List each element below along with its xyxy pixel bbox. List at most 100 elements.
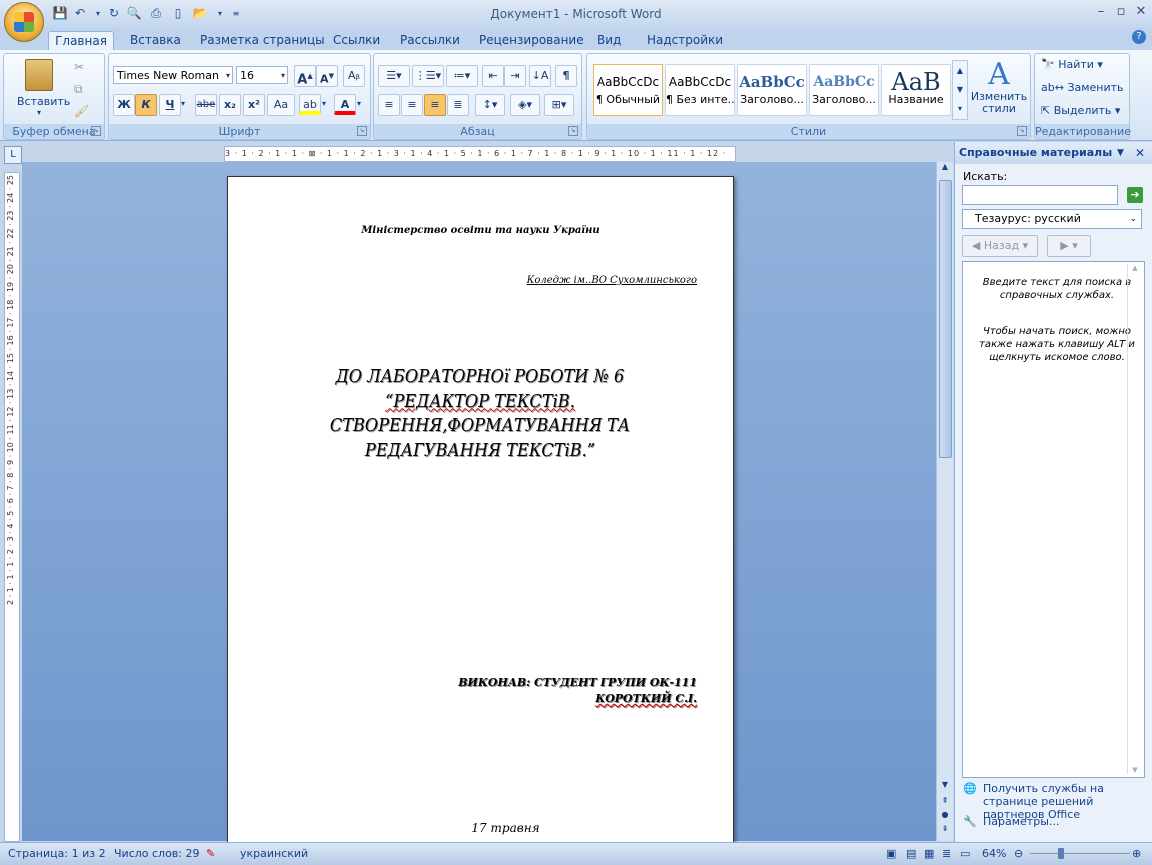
strikethrough-button[interactable]: abe bbox=[195, 94, 217, 116]
align-left-button[interactable]: ≡ bbox=[378, 94, 400, 116]
sort-button[interactable]: ↓A bbox=[529, 65, 551, 87]
previous-page-icon[interactable]: ⇞ bbox=[938, 796, 952, 805]
zoom-level[interactable]: 64% bbox=[982, 847, 1006, 860]
pane-close-icon[interactable]: ✕ bbox=[1135, 142, 1145, 164]
highlight-color-button[interactable]: ab bbox=[299, 94, 321, 115]
tab-references[interactable]: Ссылки bbox=[333, 31, 380, 50]
style-tile-heading2[interactable]: AaBbCc Заголово... bbox=[809, 64, 879, 116]
replace-button[interactable]: ab↔ Заменить bbox=[1041, 81, 1124, 94]
document-page[interactable]: Міністерство освіти та науки України Кол… bbox=[227, 176, 734, 858]
multilevel-list-button[interactable]: ≔▾ bbox=[446, 65, 478, 87]
cut-icon[interactable]: ✂ bbox=[74, 60, 84, 74]
help-icon[interactable]: ? bbox=[1132, 30, 1146, 44]
change-case-button[interactable]: Aa bbox=[267, 94, 295, 116]
style-tile-normal[interactable]: AaBbCcDc ¶ Обычный bbox=[593, 64, 663, 116]
tab-page-layout[interactable]: Разметка страницы bbox=[200, 31, 325, 50]
results-scrollbar[interactable]: ▲ ▼ bbox=[1127, 264, 1142, 774]
clear-formatting-button[interactable]: Aᵦ bbox=[343, 65, 365, 87]
zoom-slider-thumb[interactable] bbox=[1058, 848, 1064, 859]
draft-view-icon[interactable]: ▭ bbox=[960, 847, 970, 860]
style-tile-heading1[interactable]: AaBbCc Заголово... bbox=[737, 64, 807, 116]
style-tile-title[interactable]: AaB Название bbox=[881, 64, 951, 116]
vertical-ruler[interactable]: 2 · 1 · 1 · 1 · 2 · 3 · 4 · 5 · 6 · 7 · … bbox=[4, 172, 20, 842]
tab-selector[interactable]: L bbox=[4, 146, 22, 164]
horizontal-ruler[interactable]: 3 · 1 · 2 · 1 · 1 · ⊠ · 1 · 1 · 2 · 1 · … bbox=[224, 146, 736, 162]
align-center-button[interactable]: ≡ bbox=[401, 94, 423, 116]
styles-launcher-icon[interactable]: ↘ bbox=[1017, 126, 1027, 136]
replace-icon: ab↔ bbox=[1041, 81, 1064, 94]
decrease-indent-button[interactable]: ⇤ bbox=[482, 65, 504, 87]
scroll-down-icon[interactable]: ▼ bbox=[938, 780, 952, 789]
italic-button[interactable]: К bbox=[135, 94, 157, 116]
find-button[interactable]: 🔭 Найти ▾ bbox=[1041, 58, 1103, 71]
zoom-out-icon[interactable]: ⊖ bbox=[1014, 847, 1023, 860]
font-launcher-icon[interactable]: ↘ bbox=[357, 126, 367, 136]
justify-button[interactable]: ≣ bbox=[447, 94, 469, 116]
next-page-icon[interactable]: ⇟ bbox=[938, 824, 952, 833]
zoom-in-icon[interactable]: ⊕ bbox=[1132, 847, 1141, 860]
increase-indent-button[interactable]: ⇥ bbox=[504, 65, 526, 87]
source-select[interactable]: Тезаурус: русский ⌄ bbox=[962, 209, 1142, 229]
line-spacing-button[interactable]: ↕▾ bbox=[475, 94, 505, 116]
underline-dropdown-icon[interactable]: ▾ bbox=[181, 99, 185, 108]
bullets-button[interactable]: ☰▾ bbox=[378, 65, 410, 87]
borders-button[interactable]: ⊞▾ bbox=[544, 94, 574, 116]
search-input[interactable] bbox=[962, 185, 1118, 205]
tab-home[interactable]: Главная bbox=[48, 31, 114, 51]
scroll-up-icon[interactable]: ▲ bbox=[938, 162, 952, 176]
font-name-combo[interactable]: Times New Roman ▾ bbox=[113, 66, 233, 84]
highlight-dropdown-icon[interactable]: ▾ bbox=[322, 99, 326, 108]
grow-font-button[interactable]: A▲ bbox=[294, 65, 316, 87]
scroll-thumb[interactable] bbox=[939, 180, 952, 458]
vertical-scrollbar[interactable]: ▲ ▼ ⇞ ● ⇟ bbox=[936, 162, 953, 841]
font-color-button[interactable]: A bbox=[334, 94, 356, 115]
tab-addins[interactable]: Надстройки bbox=[647, 31, 723, 50]
shrink-font-button[interactable]: A▼ bbox=[316, 65, 338, 87]
page-count[interactable]: Страница: 1 из 2 bbox=[8, 847, 106, 860]
format-painter-icon[interactable]: 🖌 bbox=[74, 104, 89, 118]
styles-scroll[interactable]: ▲ ▼ ▾ bbox=[952, 60, 968, 120]
select-button[interactable]: ⇱ Выделить ▾ bbox=[1041, 104, 1120, 117]
proofing-icon[interactable]: ✎ bbox=[206, 847, 215, 860]
office-button[interactable] bbox=[4, 2, 44, 42]
forward-button[interactable]: ▶ ▾ bbox=[1047, 235, 1091, 257]
tab-insert[interactable]: Вставка bbox=[130, 31, 181, 50]
outline-view-icon[interactable]: ≣ bbox=[942, 847, 951, 860]
font-name-value: Times New Roman bbox=[117, 69, 219, 82]
partner-services-link[interactable]: 🌐 bbox=[963, 782, 977, 795]
underline-button[interactable]: Ч bbox=[159, 94, 181, 116]
language[interactable]: украинский bbox=[240, 847, 308, 860]
font-size-combo[interactable]: 16 ▾ bbox=[236, 66, 288, 84]
numbering-button[interactable]: ⋮☰▾ bbox=[412, 65, 444, 87]
print-layout-view-icon[interactable]: ▣ bbox=[886, 847, 896, 860]
subscript-button[interactable]: x₂ bbox=[219, 94, 241, 116]
options-label[interactable]: Параметры... bbox=[983, 815, 1059, 828]
tab-review[interactable]: Рецензирование bbox=[479, 31, 584, 50]
maximize-icon[interactable]: ▫ bbox=[1110, 4, 1132, 22]
full-screen-reading-icon[interactable]: ▤ bbox=[906, 847, 916, 860]
back-button[interactable]: ◀ Назад ▾ bbox=[962, 235, 1038, 257]
tab-view[interactable]: Вид bbox=[597, 31, 621, 50]
web-layout-icon[interactable]: ▦ bbox=[924, 847, 934, 860]
shading-button[interactable]: ◈▾ bbox=[510, 94, 540, 116]
show-marks-button[interactable]: ¶ bbox=[555, 65, 577, 87]
style-tile-no-spacing[interactable]: AaBbCcDc ¶ Без инте... bbox=[665, 64, 735, 116]
bold-button[interactable]: Ж bbox=[113, 94, 135, 116]
copy-icon[interactable]: ⧉ bbox=[74, 82, 83, 97]
clipboard-launcher-icon[interactable]: ↘ bbox=[91, 126, 101, 136]
tab-mailings[interactable]: Рассылки bbox=[400, 31, 460, 50]
align-right-button[interactable]: ≡ bbox=[424, 94, 446, 116]
close-icon[interactable]: ✕ bbox=[1130, 4, 1152, 22]
zoom-slider-track[interactable] bbox=[1030, 853, 1130, 854]
browse-object-icon[interactable]: ● bbox=[938, 810, 952, 819]
pane-menu-icon[interactable]: ▼ bbox=[1117, 142, 1124, 164]
options-link[interactable]: 🔧 bbox=[963, 815, 977, 828]
paste-button[interactable]: Вставить ▾ bbox=[16, 58, 70, 120]
start-search-icon[interactable]: ➔ bbox=[1127, 187, 1143, 203]
minimize-icon[interactable]: – bbox=[1090, 4, 1112, 22]
change-styles-button[interactable]: A Изменить стили bbox=[969, 58, 1029, 122]
word-count[interactable]: Число слов: 29 bbox=[114, 847, 200, 860]
font-color-dropdown-icon[interactable]: ▾ bbox=[357, 99, 361, 108]
paragraph-launcher-icon[interactable]: ↘ bbox=[568, 126, 578, 136]
superscript-button[interactable]: x² bbox=[243, 94, 265, 116]
